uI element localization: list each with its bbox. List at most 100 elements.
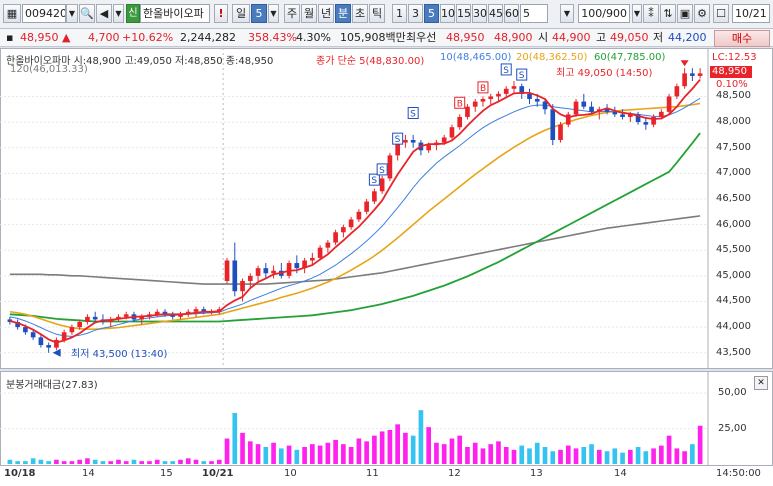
stock-code-input[interactable]: 009420: [22, 4, 66, 23]
interval-button-10[interactable]: 10: [440, 4, 455, 23]
legend-ma10: 10(48,465.00): [440, 52, 512, 63]
alert-button[interactable]: !: [214, 4, 228, 23]
high-annotation: 최고 49,050 (14:50): [556, 68, 653, 79]
period-button-5[interactable]: 틱: [369, 4, 385, 23]
volume-bar: [449, 438, 455, 464]
price-chart[interactable]: SSSSBBSS: [0, 48, 773, 369]
interval-button-1[interactable]: 1: [392, 4, 407, 23]
volume-bar: [426, 427, 432, 464]
period-button-1[interactable]: 월: [301, 4, 317, 23]
price-ytick: 48,500: [716, 90, 751, 102]
interval-button-45[interactable]: 45: [488, 4, 503, 23]
volume-bar: [201, 461, 207, 464]
high-marker-icon: [680, 60, 689, 67]
code-dropdown-icon[interactable]: ▼: [66, 4, 78, 23]
candle: [690, 68, 695, 82]
count-input[interactable]: 5: [520, 4, 548, 23]
sell-signal-icon: S: [500, 63, 512, 76]
period-button-4[interactable]: 초: [352, 4, 368, 23]
period-button-0[interactable]: 주: [284, 4, 300, 23]
candle: [69, 324, 75, 335]
volume-bar: [418, 410, 424, 464]
compare-icon[interactable]: ⇅: [660, 4, 676, 23]
volume-bar: [255, 444, 261, 464]
speaker-icon[interactable]: ◀: [96, 4, 112, 23]
interval-button-3[interactable]: 3: [408, 4, 423, 23]
interval-button-60[interactable]: 60: [504, 4, 519, 23]
count-dropdown-icon[interactable]: ▼: [560, 4, 574, 23]
priority-label: 최우선: [406, 31, 437, 44]
high-price: 49,050: [610, 31, 649, 44]
legend-ma120: 120(46,013.33): [10, 64, 88, 75]
volume-bar: [162, 461, 168, 464]
menu-icon[interactable]: ▦: [3, 4, 21, 23]
indicator-icon[interactable]: ⁑: [643, 4, 659, 23]
volume-bar: [185, 458, 191, 464]
volume-bar: [480, 448, 486, 464]
candle: [465, 104, 470, 120]
candle: [666, 93, 672, 115]
period-button-2[interactable]: 년: [318, 4, 334, 23]
candle: [92, 311, 98, 322]
volume-bar: [379, 431, 385, 464]
date-input[interactable]: 10/21: [732, 4, 770, 23]
interval-button-15[interactable]: 15: [456, 4, 471, 23]
buy-button[interactable]: 매수: [714, 30, 770, 47]
candle: [100, 314, 106, 325]
search-icon[interactable]: 🔍: [79, 4, 95, 23]
volume-bar: [573, 448, 579, 464]
volume-bar: [496, 441, 501, 464]
price-ytick: 44,500: [716, 295, 751, 307]
candle: [341, 224, 346, 238]
candle: [108, 316, 114, 328]
period-button-3[interactable]: 분: [335, 4, 351, 23]
volume-bar: [372, 435, 377, 464]
volume-bar: [550, 451, 556, 464]
period-dropdown-icon[interactable]: ▼: [268, 4, 279, 23]
volume-bar: [604, 451, 610, 464]
volume-bar: [271, 442, 276, 464]
candle: [403, 134, 408, 148]
sell-signal-icon: S: [407, 107, 419, 120]
volume-bar: [92, 459, 98, 464]
candle: [674, 83, 680, 100]
interval-button-5[interactable]: 5: [424, 4, 439, 23]
best-ask: 48,950: [446, 31, 485, 44]
svg-text:S: S: [410, 110, 416, 120]
close-panel-icon[interactable]: ✕: [754, 376, 768, 390]
candle: [697, 68, 703, 79]
settings-icon[interactable]: ⚙: [694, 4, 710, 23]
low-annotation: 최저 43,500 (13:40): [71, 349, 168, 360]
svg-text:S: S: [395, 135, 401, 145]
candle: [480, 96, 486, 107]
price-ytick: 43,500: [716, 346, 751, 358]
volume-bar: [209, 461, 214, 464]
volume-bar: [85, 458, 90, 464]
calendar-checkbox-icon[interactable]: ☐: [713, 4, 729, 23]
sell-signal-icon: S: [392, 132, 404, 145]
candle: [565, 111, 571, 128]
interval-button-30[interactable]: 30: [472, 4, 487, 23]
price-change: 4,700: [88, 31, 120, 44]
candle: [457, 114, 463, 130]
candle: [286, 260, 292, 279]
xaxis-label: 10: [284, 468, 297, 479]
volume-chart[interactable]: [0, 371, 773, 466]
volume-bar: [310, 444, 315, 464]
svg-text:S: S: [371, 176, 377, 186]
volume-bar: [216, 459, 222, 464]
candle: [558, 122, 563, 143]
zoom-input[interactable]: 100/900: [578, 4, 630, 23]
period-count-button[interactable]: 5: [251, 4, 267, 23]
time-axis: [0, 465, 773, 486]
period-day-button[interactable]: 일: [232, 4, 250, 23]
speaker-dropdown-icon[interactable]: ▼: [113, 4, 124, 23]
volume-bar: [356, 438, 362, 464]
volume-bar: [278, 448, 284, 464]
xaxis-label: 10/18: [4, 468, 36, 479]
toolbar: ▦ 009420 ▼ 🔍 ◀ ▼ 신 한올바이오파 ! 일 5 ▼ 주월년분초틱…: [0, 0, 773, 29]
xaxis-label: 15: [160, 468, 173, 479]
save-icon[interactable]: ▣: [677, 4, 693, 23]
xaxis-label: 13: [530, 468, 543, 479]
zoom-dropdown-icon[interactable]: ▼: [632, 4, 642, 23]
